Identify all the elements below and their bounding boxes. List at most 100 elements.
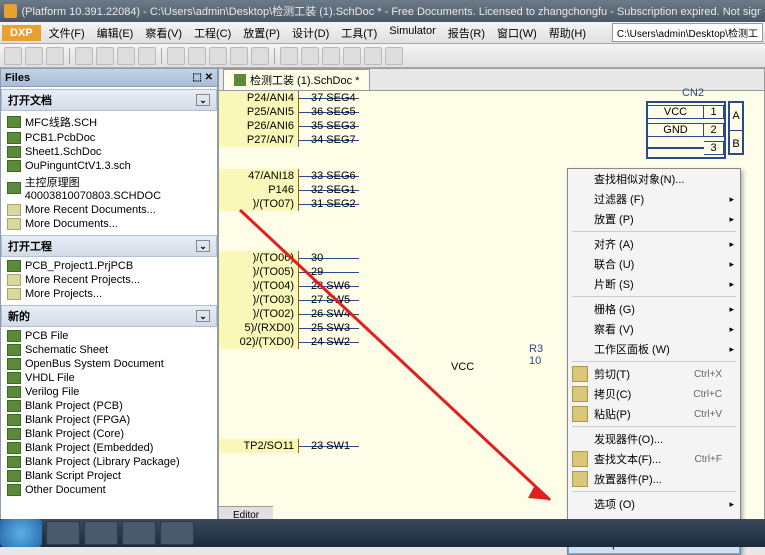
toolbar-button[interactable] — [167, 47, 185, 65]
context-menu-item[interactable]: 拷贝(C)Ctrl+C — [568, 384, 740, 404]
file-item[interactable]: PCB File — [1, 329, 217, 343]
pin-icon[interactable]: ⬚ ✕ — [192, 72, 213, 83]
file-item[interactable]: More Documents... — [1, 217, 217, 231]
menu-item[interactable]: 窗口(W) — [491, 23, 543, 43]
context-menu-item[interactable]: 查找文本(F)...Ctrl+F — [568, 449, 740, 469]
file-item[interactable]: 主控原理图40003810070803.SCHDOC — [1, 173, 217, 203]
context-menu-item[interactable]: 联合 (U) — [568, 254, 740, 274]
file-item[interactable]: Other Document — [1, 483, 217, 497]
panel-header: Files ⬚ ✕ — [1, 69, 217, 87]
path-box[interactable]: C:\Users\admin\Desktop\检测工 — [612, 23, 763, 42]
file-item[interactable]: MFC线路.SCH — [1, 113, 217, 131]
resistor-designator: R310 — [529, 343, 543, 367]
context-menu-item[interactable]: 工作区面板 (W) — [568, 339, 740, 359]
net-label: 28 SW6 — [311, 279, 350, 293]
menu-item[interactable]: 文件(F) — [43, 23, 91, 43]
toolbar-button[interactable] — [4, 47, 22, 65]
context-menu-item[interactable]: 查找相似对象(N)... — [568, 169, 740, 189]
net-label: 32 SEG1 — [311, 183, 356, 197]
file-icon — [7, 372, 21, 384]
section-header[interactable]: 打开工程⌄ — [1, 235, 217, 257]
net-label: 36 SEG5 — [311, 105, 356, 119]
context-menu-item[interactable]: 栅格 (G) — [568, 299, 740, 319]
context-menu-item[interactable]: 剪切(T)Ctrl+X — [568, 364, 740, 384]
toolbar-button[interactable] — [96, 47, 114, 65]
context-menu-item[interactable]: 发现器件(O)... — [568, 429, 740, 449]
menu-icon — [572, 406, 588, 422]
menu-item[interactable]: 设计(D) — [286, 23, 335, 43]
file-item[interactable]: Blank Project (Library Package) — [1, 455, 217, 469]
section-header[interactable]: 打开文档⌄ — [1, 89, 217, 111]
file-item[interactable]: Blank Project (Core) — [1, 427, 217, 441]
toolbar-button[interactable] — [138, 47, 156, 65]
context-menu-item[interactable]: 片断 (S) — [568, 274, 740, 294]
context-menu-item[interactable]: 放置器件(P)... — [568, 469, 740, 489]
context-menu-item[interactable]: 察看 (V) — [568, 319, 740, 339]
file-item[interactable]: More Projects... — [1, 287, 217, 301]
file-item[interactable]: PCB_Project1.PrjPCB — [1, 259, 217, 273]
file-icon — [7, 146, 21, 158]
net-label: 30 — [311, 251, 323, 265]
taskbar-item[interactable] — [84, 521, 118, 545]
file-icon — [7, 442, 21, 454]
file-item[interactable]: More Recent Documents... — [1, 203, 217, 217]
app-icon — [4, 4, 17, 18]
file-icon — [7, 182, 21, 194]
toolbar-button[interactable] — [343, 47, 361, 65]
file-item[interactable]: OpenBus System Document — [1, 357, 217, 371]
menu-item[interactable]: 报告(R) — [442, 23, 491, 43]
menu-item[interactable]: 帮助(H) — [543, 23, 592, 43]
context-menu-item[interactable]: 对齐 (A) — [568, 234, 740, 254]
taskbar-item[interactable] — [160, 521, 194, 545]
file-icon — [7, 428, 21, 440]
section-header[interactable]: 新的⌄ — [1, 305, 217, 327]
toolbar-button[interactable] — [209, 47, 227, 65]
dxp-button[interactable]: DXP — [2, 25, 41, 41]
file-item[interactable]: Blank Project (PCB) — [1, 399, 217, 413]
file-item[interactable]: Sheet1.SchDoc — [1, 145, 217, 159]
file-icon — [7, 456, 21, 468]
file-item[interactable]: PCB1.PcbDoc — [1, 131, 217, 145]
file-item[interactable]: Blank Project (FPGA) — [1, 413, 217, 427]
context-menu-item[interactable]: 过滤器 (F) — [568, 189, 740, 209]
menu-item[interactable]: Simulator — [383, 23, 441, 43]
menu-icon — [572, 451, 588, 467]
file-item[interactable]: Blank Project (Embedded) — [1, 441, 217, 455]
toolbar-button[interactable] — [322, 47, 340, 65]
toolbar-button[interactable] — [188, 47, 206, 65]
file-icon — [7, 358, 21, 370]
file-item[interactable]: Schematic Sheet — [1, 343, 217, 357]
menu-item[interactable]: 察看(V) — [139, 23, 188, 43]
toolbar-button[interactable] — [230, 47, 248, 65]
toolbar-button[interactable] — [385, 47, 403, 65]
menu-item[interactable]: 工程(C) — [188, 23, 237, 43]
connector-designator: CN2 — [682, 87, 704, 99]
file-item[interactable]: Verilog File — [1, 385, 217, 399]
toolbar-button[interactable] — [301, 47, 319, 65]
taskbar-item[interactable] — [46, 521, 80, 545]
pin-block: TP2/SO11 — [219, 439, 299, 453]
toolbar-button[interactable] — [75, 47, 93, 65]
context-menu-item[interactable]: 放置 (P) — [568, 209, 740, 229]
file-item[interactable]: VHDL File — [1, 371, 217, 385]
file-item[interactable]: More Recent Projects... — [1, 273, 217, 287]
start-button[interactable] — [0, 519, 42, 547]
taskbar-item[interactable] — [122, 521, 156, 545]
tab-schdoc[interactable]: 检测工装 (1).SchDoc * — [223, 69, 370, 90]
menu-item[interactable]: 工具(T) — [335, 23, 383, 43]
toolbar-button[interactable] — [280, 47, 298, 65]
context-menu-item[interactable]: 选项 (O) — [568, 494, 740, 514]
menu-item[interactable]: 编辑(E) — [91, 23, 140, 43]
toolbar-button[interactable] — [251, 47, 269, 65]
file-icon — [7, 330, 21, 342]
toolbar-button[interactable] — [25, 47, 43, 65]
file-icon — [7, 204, 21, 216]
toolbar-button[interactable] — [117, 47, 135, 65]
menu-item[interactable]: 放置(P) — [237, 23, 286, 43]
toolbar — [0, 44, 765, 68]
file-item[interactable]: OuPinguntCtV1.3.sch — [1, 159, 217, 173]
toolbar-button[interactable] — [46, 47, 64, 65]
toolbar-button[interactable] — [364, 47, 382, 65]
context-menu-item[interactable]: 粘贴(P)Ctrl+V — [568, 404, 740, 424]
file-item[interactable]: Blank Script Project — [1, 469, 217, 483]
